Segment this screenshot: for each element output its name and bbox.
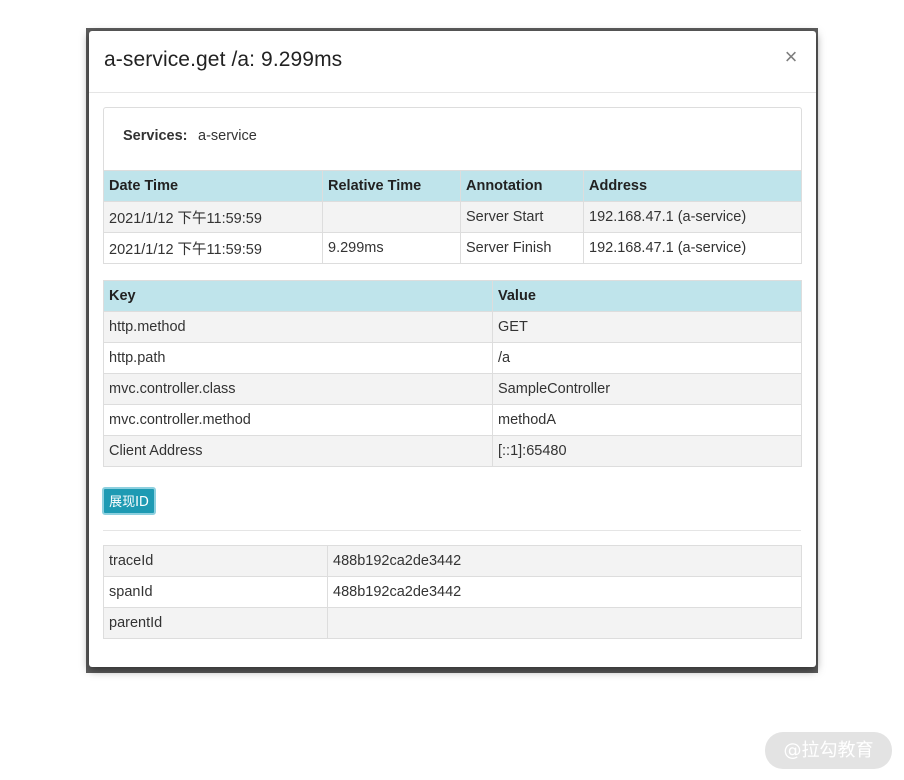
tag-key: mvc.controller.class (103, 373, 493, 405)
column-header-annotation: Annotation (460, 170, 584, 202)
table-cell: 192.168.47.1 (a-service) (583, 201, 802, 233)
tag-value: SampleController (492, 373, 802, 405)
column-header-date-time: Date Time (103, 170, 323, 202)
table-header-row: Key Value (103, 280, 802, 312)
tag-value: /a (492, 342, 802, 374)
column-header-address: Address (583, 170, 802, 202)
tags-table: Key Value http.method GET http.path /a m… (103, 280, 802, 467)
services-label: Services: (123, 128, 188, 144)
close-button[interactable]: × (780, 44, 802, 70)
services-value: a-service (198, 128, 257, 144)
tag-value: [::1]:65480 (492, 435, 802, 467)
table-row: mvc.controller.method methodA (103, 404, 802, 436)
tag-key: Client Address (103, 435, 493, 467)
column-header-value: Value (492, 280, 802, 312)
table-row: http.method GET (103, 311, 802, 343)
id-key: traceId (103, 545, 328, 577)
table-row: 2021/1/12 下午11:59:59 Server Start 192.16… (103, 201, 802, 233)
table-cell: Server Start (460, 201, 584, 233)
table-cell: 9.299ms (322, 232, 461, 264)
table-row: mvc.controller.class SampleController (103, 373, 802, 405)
table-cell: 192.168.47.1 (a-service) (583, 232, 802, 264)
column-header-key: Key (103, 280, 493, 312)
table-cell: Server Finish (460, 232, 584, 264)
modal-title: a-service.get /a: 9.299ms (104, 48, 343, 71)
table-row: Client Address [::1]:65480 (103, 435, 802, 467)
span-detail-modal: a-service.get /a: 9.299ms × Services: a-… (89, 31, 816, 667)
tag-key: mvc.controller.method (103, 404, 493, 436)
id-value: 488b192ca2de3442 (327, 576, 802, 608)
tag-key: http.method (103, 311, 493, 343)
tag-value: GET (492, 311, 802, 343)
close-icon: × (784, 44, 798, 69)
table-cell: 2021/1/12 下午11:59:59 (103, 232, 323, 264)
table-row: http.path /a (103, 342, 802, 374)
id-key: spanId (103, 576, 328, 608)
table-cell (322, 201, 461, 233)
table-row: parentId (103, 607, 802, 639)
show-ids-button[interactable]: 展现ID (102, 487, 156, 515)
divider (103, 530, 801, 531)
id-value: 488b192ca2de3442 (327, 545, 802, 577)
tag-key: http.path (103, 342, 493, 374)
services-panel: Services: a-service (103, 107, 802, 170)
table-row: spanId 488b192ca2de3442 (103, 576, 802, 608)
table-row: 2021/1/12 下午11:59:59 9.299ms Server Fini… (103, 232, 802, 264)
watermark: @拉勾教育 (765, 732, 892, 769)
annotations-table: Date Time Relative Time Annotation Addre… (103, 170, 802, 264)
modal-header: a-service.get /a: 9.299ms × (89, 31, 816, 93)
id-value (327, 607, 802, 639)
ids-table: traceId 488b192ca2de3442 spanId 488b192c… (103, 545, 802, 639)
table-header-row: Date Time Relative Time Annotation Addre… (103, 170, 802, 202)
table-cell: 2021/1/12 下午11:59:59 (103, 201, 323, 233)
id-key: parentId (103, 607, 328, 639)
tag-value: methodA (492, 404, 802, 436)
table-row: traceId 488b192ca2de3442 (103, 545, 802, 577)
column-header-relative-time: Relative Time (322, 170, 461, 202)
